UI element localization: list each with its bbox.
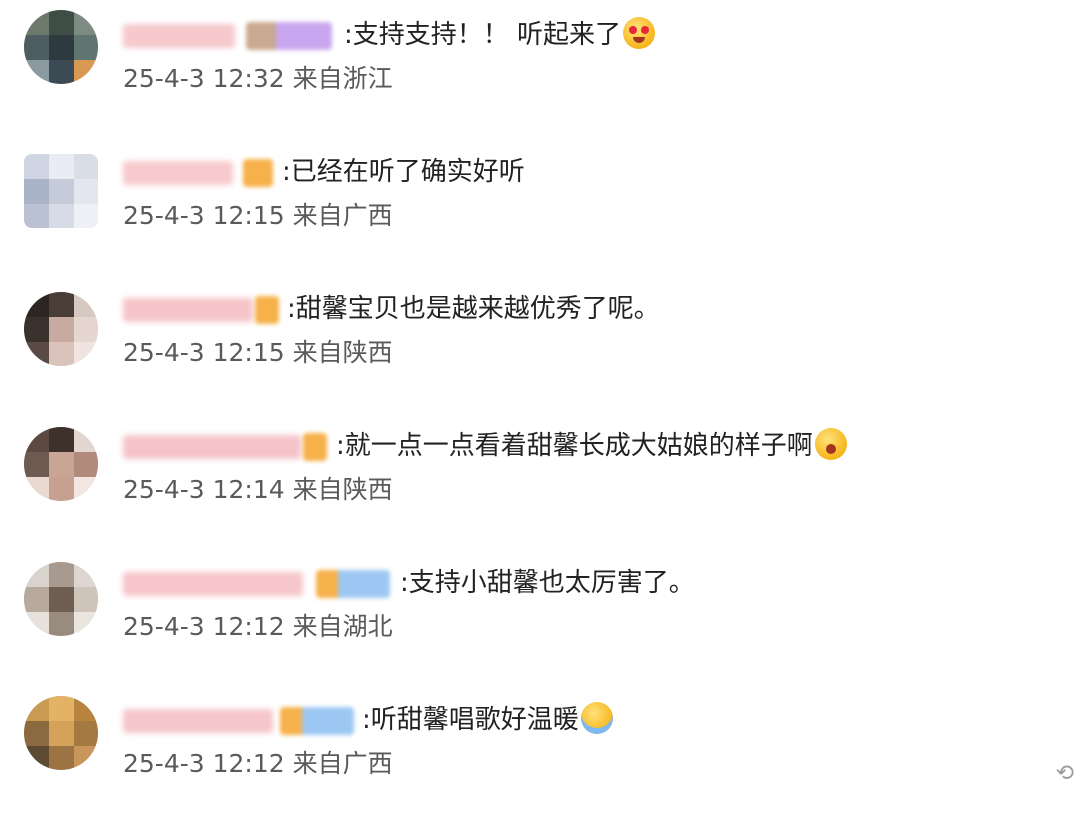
comment-meta: 25-4-3 12:15 来自陕西 bbox=[123, 337, 393, 369]
comment-meta: 25-4-3 12:12 来自湖北 bbox=[123, 611, 393, 643]
comment-item: :支持支持！！ 听起来了 25-4-3 12:32 来自浙江 bbox=[0, 0, 1080, 137]
user-badge-icon bbox=[280, 707, 354, 735]
comment-location: 来自湖北 bbox=[292, 612, 393, 641]
comment-text: :支持支持！！ 听起来了 bbox=[344, 17, 656, 53]
comment-time: 25-4-3 12:32 bbox=[123, 64, 285, 93]
comment-location: 来自陕西 bbox=[292, 338, 393, 367]
heart-eyes-emoji bbox=[623, 17, 656, 49]
more-icon[interactable]: ⟲ bbox=[1056, 761, 1074, 786]
avatar[interactable] bbox=[24, 154, 98, 228]
comment-text: :就一点一点看着甜馨长成大姑娘的样子啊 bbox=[336, 428, 847, 464]
comment-meta: 25-4-3 12:14 来自陕西 bbox=[123, 474, 393, 506]
comment-time: 25-4-3 12:12 bbox=[123, 749, 285, 778]
comment-item: :已经在听了确实好听 25-4-3 12:15 来自广西 bbox=[0, 137, 1080, 274]
username-blurred[interactable] bbox=[123, 24, 235, 48]
comment-location: 来自陕西 bbox=[292, 475, 393, 504]
comment-text: :已经在听了确实好听 bbox=[282, 157, 525, 187]
comment-item: :支持小甜馨也太厉害了。 25-4-3 12:12 来自湖北 bbox=[0, 548, 1080, 685]
user-badge-icon bbox=[255, 296, 279, 324]
avatar[interactable] bbox=[24, 427, 98, 501]
username-blurred[interactable] bbox=[123, 298, 253, 322]
avatar[interactable] bbox=[24, 696, 98, 770]
comment-item: :听甜馨唱歌好温暖 25-4-3 12:12 来自广西 bbox=[0, 685, 1080, 822]
comment-meta: 25-4-3 12:15 来自广西 bbox=[123, 200, 393, 232]
comment-time: 25-4-3 12:15 bbox=[123, 338, 285, 367]
username-blurred[interactable] bbox=[123, 709, 273, 733]
comment-time: 25-4-3 12:12 bbox=[123, 612, 285, 641]
user-badge-icon bbox=[316, 570, 390, 598]
flushed-emoji bbox=[814, 428, 847, 460]
comment-text: :支持小甜馨也太厉害了。 bbox=[400, 568, 695, 598]
comment-text: :甜馨宝贝也是越来越优秀了呢。 bbox=[287, 294, 660, 324]
comment-location: 来自广西 bbox=[292, 749, 393, 778]
avatar[interactable] bbox=[24, 292, 98, 366]
user-badge-icon bbox=[243, 159, 273, 187]
user-badge-icon bbox=[246, 22, 332, 50]
username-blurred[interactable] bbox=[123, 435, 301, 459]
avatar[interactable] bbox=[24, 562, 98, 636]
avatar[interactable] bbox=[24, 10, 98, 84]
comment-item: :甜馨宝贝也是越来越优秀了呢。 25-4-3 12:15 来自陕西 bbox=[0, 274, 1080, 411]
comment-time: 25-4-3 12:15 bbox=[123, 201, 285, 230]
username-blurred[interactable] bbox=[123, 572, 303, 596]
comment-text: :听甜馨唱歌好温暖 bbox=[362, 702, 613, 738]
comment-location: 来自广西 bbox=[292, 201, 393, 230]
comment-meta: 25-4-3 12:32 来自浙江 bbox=[123, 63, 393, 95]
comment-item: :就一点一点看着甜馨长成大姑娘的样子啊 25-4-3 12:14 来自陕西 bbox=[0, 411, 1080, 548]
comment-meta: 25-4-3 12:12 来自广西 bbox=[123, 748, 393, 780]
comment-time: 25-4-3 12:14 bbox=[123, 475, 285, 504]
comment-location: 来自浙江 bbox=[292, 64, 393, 93]
crying-emoji bbox=[580, 702, 613, 734]
username-blurred[interactable] bbox=[123, 161, 233, 185]
user-badge-icon bbox=[303, 433, 327, 461]
